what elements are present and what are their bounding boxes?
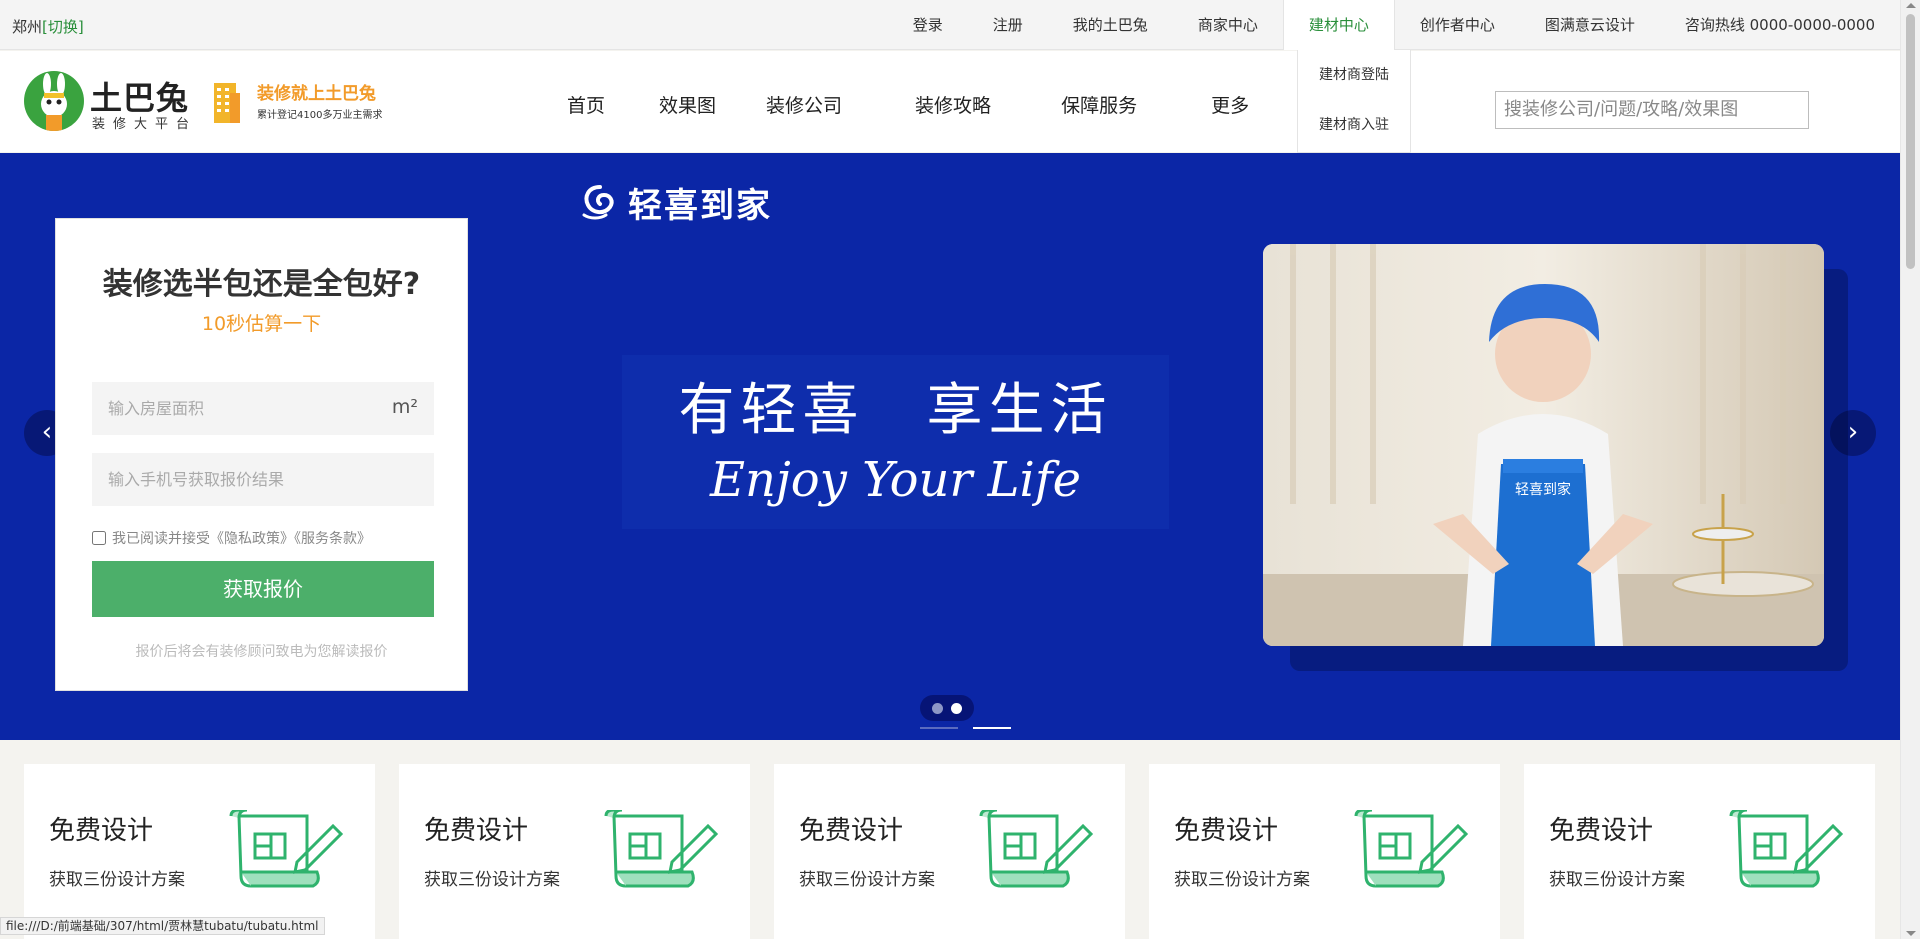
site-logo[interactable]: 土巴兔 装修大平台 (24, 71, 192, 135)
search-input[interactable] (1504, 99, 1800, 120)
nav-item-companies[interactable]: 装修公司 (766, 91, 842, 118)
slogan-subtitle: 累计登记4100多万业主需求 (257, 110, 383, 121)
site-header: 土巴兔 装修大平台 装修就上土巴兔 累计登记4100多万业主需求 首页 效果图 … (0, 51, 1900, 152)
banner-next-button[interactable]: › (1830, 410, 1876, 456)
service-card[interactable]: 免费设计 获取三份设计方案 (399, 764, 750, 939)
quote-form: 装修选半包还是全包好? 10秒估算一下 m² 我已阅读并接受《隐私政策》《服务条… (55, 218, 468, 691)
building-icon (212, 79, 242, 123)
chevron-right-icon: › (1847, 417, 1859, 447)
banner-slogan: 有轻喜 享生活 Enjoy Your Life (622, 355, 1169, 529)
browser-viewport: 郑州[切换] 登录 注册 我的土巴兔 商家中心 建材中心 创作者中心 图满意云设… (0, 0, 1920, 939)
phone-input[interactable] (92, 453, 434, 506)
banner-pagination (920, 695, 974, 721)
quote-form-title: 装修选半包还是全包好? (102, 267, 421, 302)
scroll-down-icon[interactable] (1906, 931, 1916, 936)
nav-item-more[interactable]: 更多 (1211, 91, 1249, 118)
service-card-subtitle: 获取三份设计方案 (424, 870, 560, 890)
swirl-logo-icon (582, 184, 614, 219)
design-scroll-icon (604, 810, 719, 888)
nav-item-renderings[interactable]: 效果图 (659, 91, 716, 118)
service-card[interactable]: 免费设计 获取三份设计方案 (1524, 764, 1875, 939)
nav-item-guides[interactable]: 装修攻略 (915, 91, 991, 118)
logo-subtitle: 装修大平台 (92, 117, 198, 132)
service-card-subtitle: 获取三份设计方案 (1549, 870, 1685, 890)
top-bar: 郑州[切换] 登录 注册 我的土巴兔 商家中心 建材中心 创作者中心 图满意云设… (0, 0, 1900, 50)
design-scroll-icon (979, 810, 1094, 888)
banner-brand-name: 轻喜到家 (628, 186, 772, 226)
banner-line-2 (973, 727, 1011, 729)
chevron-left-icon: ‹ (41, 417, 53, 447)
top-link-materials-center[interactable]: 建材中心 (1282, 0, 1395, 50)
browser-status-url: file:///D:/前端基础/307/html/贾林慧tubatu/tubat… (0, 917, 325, 935)
banner-brand: 轻喜到家 (580, 178, 772, 227)
area-input[interactable] (92, 382, 434, 435)
hotline: 咨询热线 0000-0000-0000 (1684, 16, 1875, 34)
banner-line-1 (920, 727, 958, 729)
service-card-title: 免费设计 (49, 816, 154, 846)
nav-item-home[interactable]: 首页 (567, 91, 605, 118)
service-card-subtitle: 获取三份设计方案 (799, 870, 935, 890)
phone-field (92, 453, 434, 506)
slogan-title: 装修就上土巴兔 (257, 84, 376, 104)
service-card-title: 免费设计 (1174, 816, 1279, 846)
quote-form-subtitle: 10秒估算一下 (201, 313, 322, 335)
top-link-login[interactable]: 登录 (888, 0, 968, 50)
rabbit-mascot-icon (24, 71, 84, 131)
banner-slogan-cn: 有轻喜 享生活 (678, 378, 1113, 443)
materials-dropdown: 建材商登陆 建材商入驻 (1297, 50, 1411, 153)
apron-text: 轻喜到家 (1515, 481, 1571, 498)
city-selector[interactable]: 郑州[切换] (12, 16, 84, 37)
banner-slogan-en: Enjoy Your Life (709, 452, 1082, 508)
city-name: 郑州 (12, 18, 43, 36)
service-card-title: 免费设计 (1549, 816, 1654, 846)
top-links: 登录 注册 我的土巴兔 商家中心 建材中心 创作者中心 图满意云设计 咨询热线 … (888, 0, 1900, 50)
service-card-title: 免费设计 (424, 816, 529, 846)
service-card-subtitle: 获取三份设计方案 (1174, 870, 1310, 890)
design-scroll-icon (229, 810, 344, 888)
top-link-cloud-design[interactable]: 图满意云设计 (1520, 0, 1660, 50)
banner-dot-1[interactable] (932, 702, 943, 714)
dropdown-item-materials-join[interactable]: 建材商入驻 (1298, 100, 1410, 150)
get-quote-button[interactable]: 获取报价 (92, 561, 434, 617)
service-card[interactable]: 免费设计 获取三份设计方案 (1149, 764, 1500, 939)
city-switch-link[interactable]: [切换] (42, 18, 84, 36)
service-card[interactable]: 免费设计 获取三份设计方案 (24, 764, 375, 939)
quote-note: 报价后将会有装修顾问致电为您解读报价 (135, 644, 388, 660)
area-field: m² (92, 382, 434, 435)
page-scrollbar[interactable] (1900, 0, 1920, 939)
design-scroll-icon (1729, 810, 1844, 888)
banner-photo: 轻喜到家 (1263, 244, 1824, 646)
top-link-my-account[interactable]: 我的土巴兔 (1048, 0, 1173, 50)
design-scroll-icon (1354, 810, 1469, 888)
area-unit: m² (391, 396, 418, 418)
scroll-up-icon[interactable] (1906, 3, 1916, 8)
top-link-creator-center[interactable]: 创作者中心 (1395, 0, 1520, 50)
main-nav: 首页 效果图 装修公司 装修攻略 保障服务 更多 (540, 91, 1249, 118)
service-card[interactable]: 免费设计 获取三份设计方案 (774, 764, 1125, 939)
top-link-merchant-center[interactable]: 商家中心 (1173, 0, 1283, 50)
banner-dot-2[interactable] (951, 702, 962, 714)
nav-item-guarantee[interactable]: 保障服务 (1061, 91, 1137, 118)
agree-checkbox[interactable] (92, 531, 106, 545)
agree-text: 我已阅读并接受《隐私政策》《服务条款》 (112, 531, 371, 547)
search-box (1495, 91, 1809, 129)
agree-row: 我已阅读并接受《隐私政策》《服务条款》 (92, 528, 371, 548)
top-link-register[interactable]: 注册 (968, 0, 1048, 50)
scrollbar-thumb[interactable] (1906, 14, 1915, 269)
service-cards: 免费设计 获取三份设计方案 免费设计 获取三份设计方案 免费设计 获取三份设计方… (24, 764, 1876, 939)
dropdown-item-materials-login[interactable]: 建材商登陆 (1298, 50, 1410, 100)
service-card-subtitle: 获取三份设计方案 (49, 870, 185, 890)
service-card-title: 免费设计 (799, 816, 904, 846)
